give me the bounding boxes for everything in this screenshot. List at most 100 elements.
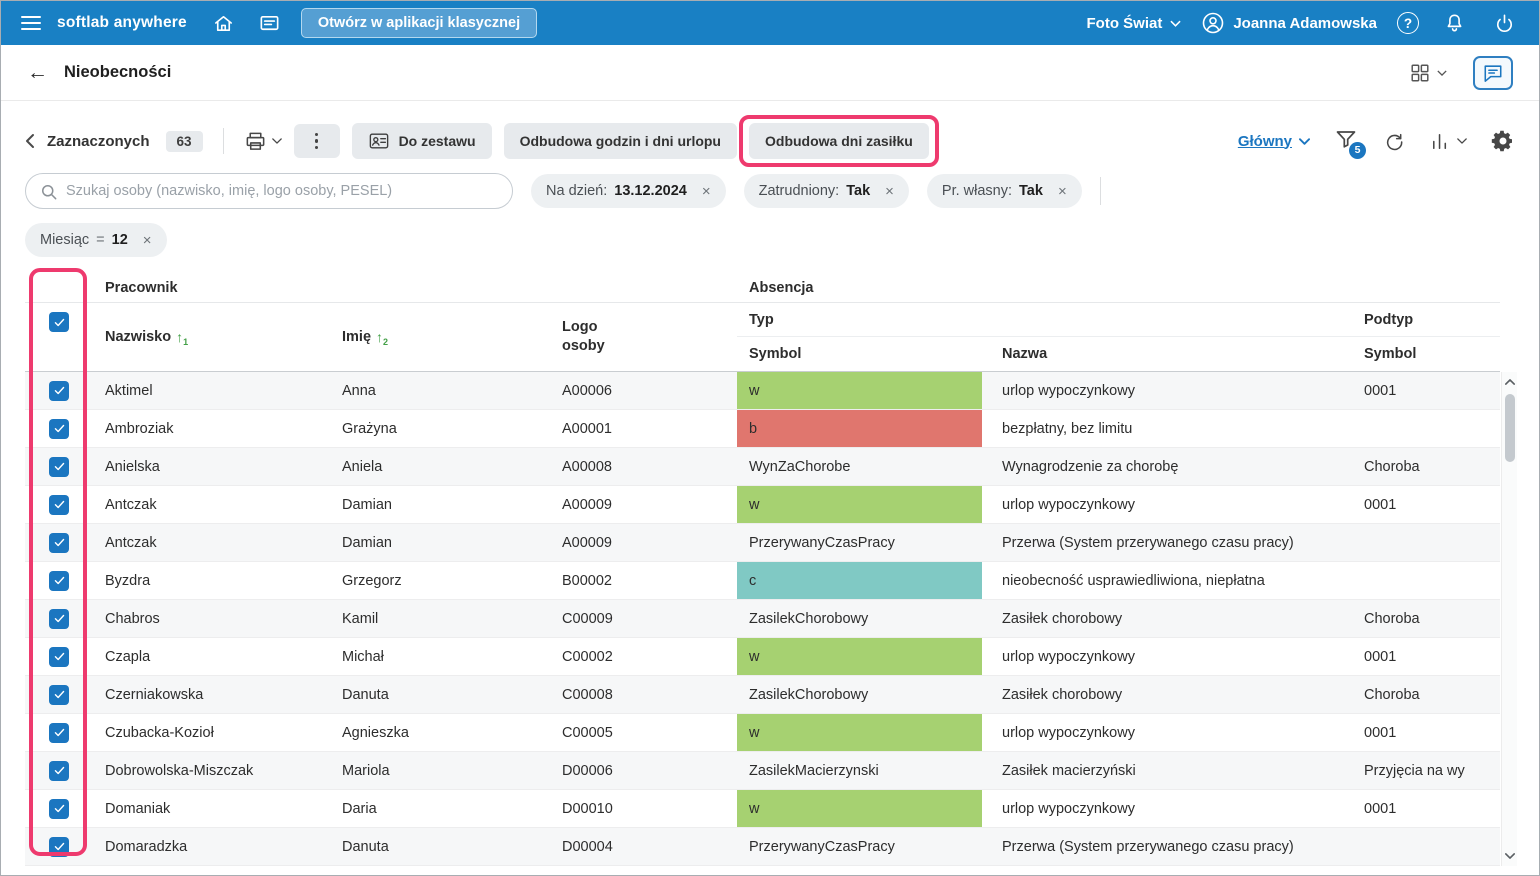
filter-chip-na-dzien[interactable]: Na dzień: 13.12.2024 × — [531, 174, 726, 208]
refresh-button[interactable] — [1382, 130, 1405, 153]
filter-chip-zatrudniony[interactable]: Zatrudniony: Tak × — [743, 174, 909, 208]
user-menu[interactable]: Joanna Adamowska — [1201, 11, 1377, 35]
divider — [1099, 177, 1101, 205]
column-header-podtyp-symbol[interactable]: Symbol — [1352, 337, 1500, 371]
filter-chip-miesiac[interactable]: Miesiąc = 12 × — [25, 223, 167, 257]
cell-nazwisko: Ambroziak — [105, 420, 174, 437]
logout-button[interactable] — [1489, 8, 1519, 38]
table-row[interactable]: Chabros Kamil C00009 ZasilekChorobowy Za… — [25, 600, 1500, 638]
row-checkbox[interactable] — [49, 494, 69, 515]
row-checkbox[interactable] — [49, 836, 69, 857]
check-icon — [54, 538, 64, 547]
row-checkbox[interactable] — [49, 380, 69, 401]
feedback-chat-button[interactable] — [1473, 55, 1513, 90]
news-board-button[interactable] — [255, 8, 285, 38]
rebuild-hours-button[interactable]: Odbudowa godzin i dni urlopu — [503, 123, 737, 159]
collapse-selection-button[interactable] — [25, 133, 35, 149]
settings-button[interactable] — [1491, 129, 1515, 153]
table-row[interactable]: Domaradzka Danuta D00004 PrzerywanyCzasP… — [25, 828, 1500, 866]
check-icon — [54, 842, 64, 851]
column-header-logo-osoby[interactable]: Logo osoby — [550, 303, 737, 371]
filter-count-badge: 5 — [1349, 141, 1366, 159]
sort-asc-icon: ↑ 2 — [376, 329, 389, 347]
cell-nazwa: urlop wypoczynkowy — [1002, 648, 1135, 665]
row-checkbox[interactable] — [49, 684, 69, 705]
cell-nazwa: nieobecność usprawiedliwiona, niepłatna — [1002, 572, 1265, 589]
print-button[interactable] — [244, 130, 282, 153]
column-header-podtyp[interactable]: Podtyp — [1352, 303, 1500, 337]
table-row[interactable]: Czapla Michał C00002 w urlop wypoczynkow… — [25, 638, 1500, 676]
cell-nazwa: Przerwa (System przerywanego czasu pracy… — [1002, 838, 1294, 855]
table-row[interactable]: Domaniak Daria D00010 w urlop wypoczynko… — [25, 790, 1500, 828]
column-header-symbol[interactable]: Symbol — [737, 337, 990, 371]
row-checkbox[interactable] — [49, 532, 69, 553]
chip-close-icon[interactable]: × — [143, 232, 152, 249]
help-button[interactable]: ? — [1397, 12, 1419, 34]
scrollbar-thumb[interactable] — [1505, 394, 1515, 462]
filter-chip-pr-wlasny[interactable]: Pr. własny: Tak × — [926, 174, 1082, 208]
table-row[interactable]: Antczak Damian A00009 PrzerywanyCzasPrac… — [25, 524, 1500, 562]
column-header-imie[interactable]: Imię ↑ 2 — [330, 303, 550, 371]
table-row[interactable]: Anielska Aniela A00008 WynZaChorobe Wyna… — [25, 448, 1500, 486]
cell-logo-osoby: A00006 — [562, 382, 612, 399]
cell-logo-osoby: A00001 — [562, 420, 612, 437]
table-row[interactable]: Czerniakowska Danuta C00008 ZasilekChoro… — [25, 676, 1500, 714]
scroll-up-arrow[interactable] — [1502, 374, 1518, 390]
check-icon — [54, 576, 64, 585]
cell-podtyp-symbol: Choroba — [1364, 686, 1420, 703]
row-checkbox[interactable] — [49, 456, 69, 477]
select-all-checkbox[interactable] — [49, 312, 69, 332]
chip-close-icon[interactable]: × — [885, 183, 894, 200]
layout-switcher[interactable] — [1409, 62, 1447, 84]
search-input[interactable] — [26, 174, 512, 208]
row-checkbox[interactable] — [49, 418, 69, 439]
vertical-scrollbar[interactable] — [1501, 372, 1517, 866]
home-button[interactable] — [209, 8, 239, 38]
row-checkbox[interactable] — [49, 608, 69, 629]
table-row[interactable]: Antczak Damian A00009 w urlop wypoczynko… — [25, 486, 1500, 524]
row-checkbox[interactable] — [49, 646, 69, 667]
hamburger-menu-icon[interactable] — [21, 16, 41, 30]
column-header-nazwa[interactable]: Nazwa — [990, 337, 1352, 371]
column-label: Nazwisko — [105, 329, 172, 345]
notifications-button[interactable] — [1439, 8, 1469, 38]
chip-close-icon[interactable]: × — [1058, 183, 1067, 200]
column-header-typ[interactable]: Typ — [737, 303, 1352, 337]
chip-label: Miesiąc — [40, 232, 90, 248]
do-zestawu-button[interactable]: Do zestawu — [351, 123, 492, 159]
more-actions-button[interactable] — [293, 124, 340, 158]
divider — [222, 128, 224, 154]
table-row[interactable]: Aktimel Anna A00006 w urlop wypoczynkowy… — [25, 372, 1500, 410]
cell-imie: Mariola — [342, 762, 390, 779]
table-row[interactable]: Dobrowolska-Miszczak Mariola D00006 Zasi… — [25, 752, 1500, 790]
cell-imie: Grażyna — [342, 420, 397, 437]
open-classic-app-button[interactable]: Otwórz w aplikacji klasycznej — [300, 8, 538, 38]
cell-podtyp-symbol: 0001 — [1364, 724, 1397, 741]
view-selector[interactable]: Główny — [1238, 133, 1310, 150]
dots-icon — [314, 132, 319, 137]
row-checkbox[interactable] — [49, 722, 69, 743]
company-selector[interactable]: Foto Świat — [1087, 15, 1182, 32]
cell-logo-osoby: D00006 — [562, 762, 613, 779]
chat-icon — [1484, 64, 1502, 82]
row-checkbox[interactable] — [49, 760, 69, 781]
cell-nazwa: Zasiłek macierzyński — [1002, 762, 1136, 779]
column-header-nazwisko[interactable]: Nazwisko ↑ 1 — [93, 303, 330, 371]
rebuild-allowance-button[interactable]: Odbudowa dni zasiłku — [749, 123, 929, 159]
chip-close-icon[interactable]: × — [702, 183, 711, 200]
row-checkbox[interactable] — [49, 798, 69, 819]
home-icon — [215, 15, 233, 31]
filters-button[interactable]: 5 — [1334, 127, 1366, 159]
cell-logo-osoby: A00009 — [562, 496, 612, 513]
back-button[interactable]: ← — [27, 62, 48, 83]
row-checkbox[interactable] — [49, 570, 69, 591]
scroll-down-arrow[interactable] — [1502, 848, 1518, 864]
cell-typ-symbol: w — [737, 486, 982, 523]
table-row[interactable]: Ambroziak Grażyna A00001 b bezpłatny, be… — [25, 410, 1500, 448]
news-board-icon — [260, 15, 279, 30]
check-icon — [54, 690, 64, 699]
chart-view-button[interactable] — [1429, 130, 1467, 153]
table-row[interactable]: Byzdra Grzegorz B00002 c nieobecność usp… — [25, 562, 1500, 600]
cell-typ-symbol: w — [737, 638, 982, 675]
table-row[interactable]: Czubacka-Kozioł Agnieszka C00005 w urlop… — [25, 714, 1500, 752]
